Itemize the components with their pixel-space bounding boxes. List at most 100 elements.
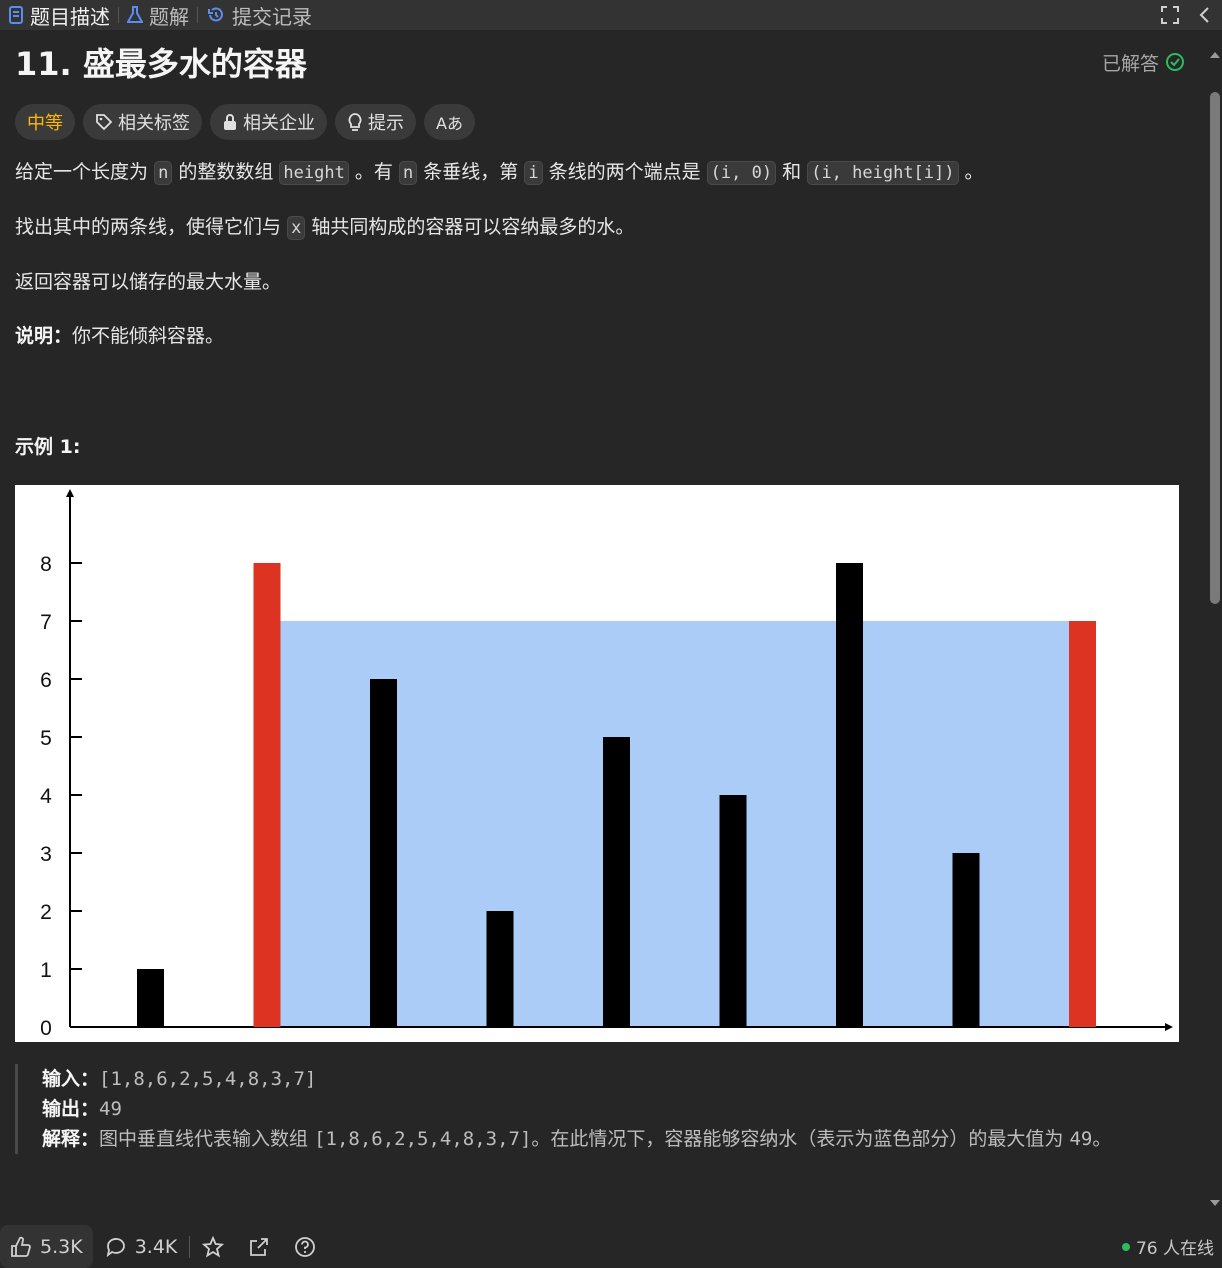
tab-submissions[interactable]: 提交记录 <box>198 0 320 30</box>
hint-label: 提示 <box>368 113 404 134</box>
example-block: 输入：[1,8,6,2,5,4,8,3,7] 输出：49 解释：图中垂直线代表输… <box>15 1064 1185 1154</box>
explain-label: 解释： <box>42 1128 100 1150</box>
chip-row: 中等 相关标签 相关企业 提示 Aあ <box>15 104 1185 140</box>
desc-text: 轴共同构成的容器可以容纳最多的水。 <box>311 216 635 238</box>
description-paragraph-3: 返回容器可以储存的最大水量。 <box>15 271 282 293</box>
related-tags-button[interactable]: 相关标签 <box>83 104 202 140</box>
output-value: 49 <box>99 1098 122 1120</box>
online-indicator: 76 人在线 <box>1121 1234 1222 1259</box>
explain-text: 。在此情况下，容器能够容纳水（表示为蓝色部分）的最大值为 <box>531 1128 1064 1150</box>
difficulty-badge: 中等 <box>15 104 75 140</box>
problem-description: 11. 盛最多水的容器 已解答 中等 相关标签 相关企业 提示 Aあ 给定一个长… <box>15 30 1185 1154</box>
solved-label: 已解答 <box>1101 52 1159 75</box>
y-tick-label: 2 <box>40 901 52 924</box>
example-title: 示例 1: <box>15 436 81 458</box>
desc-text: 。有 <box>354 161 393 183</box>
scrollbar-thumb[interactable] <box>1210 92 1220 604</box>
favorite-button[interactable] <box>190 1235 236 1258</box>
note-label: 说明： <box>15 325 73 347</box>
note-text: 你不能倾斜容器。 <box>72 325 225 347</box>
y-axis-arrow <box>66 489 74 497</box>
collapse-chevron-icon[interactable] <box>1198 5 1212 25</box>
problem-tabbar: 题目描述 题解 提交记录 <box>0 0 1222 30</box>
container-wall-bar <box>253 563 281 1027</box>
tab-solutions-label: 题解 <box>149 4 189 29</box>
thumbs-up-icon <box>11 1236 31 1257</box>
desc-text: 条线的两个端点是 <box>548 161 701 183</box>
y-tick-label: 6 <box>40 669 52 692</box>
container-wall-bar <box>1069 621 1096 1027</box>
x-axis-arrow <box>1165 1023 1173 1031</box>
y-tick-label: 7 <box>40 611 52 634</box>
explain-code: [1,8,6,2,5,4,8,3,7] <box>314 1128 532 1150</box>
inline-code: (i, height[i]) <box>807 161 959 185</box>
height-bar <box>486 911 514 1027</box>
tab-solutions[interactable]: 题解 <box>119 0 197 30</box>
related-companies-button[interactable]: 相关企业 <box>210 104 327 140</box>
comments-button[interactable]: 3.4K <box>93 1236 190 1258</box>
related-companies-label: 相关企业 <box>243 113 315 134</box>
translate-button[interactable]: Aあ <box>424 104 475 140</box>
example-explanation: 解释：图中垂直线代表输入数组 [1,8,6,2,5,4,8,3,7]。在此情况下… <box>42 1124 1185 1154</box>
check-circle-icon <box>1166 53 1184 71</box>
height-bar <box>719 795 747 1027</box>
inline-code: i <box>524 161 543 185</box>
comment-count: 3.4K <box>134 1235 178 1258</box>
y-tick-label: 8 <box>40 553 52 576</box>
y-tick-label: 3 <box>40 843 52 866</box>
height-bar <box>603 737 630 1027</box>
online-dot <box>1121 1242 1130 1251</box>
y-tick-label: 4 <box>40 785 52 808</box>
y-tick-label: 5 <box>40 727 52 750</box>
input-value: [1,8,6,2,5,4,8,3,7] <box>99 1068 317 1090</box>
document-icon <box>9 6 23 24</box>
explain-text: 。 <box>1092 1128 1112 1150</box>
flask-icon <box>127 6 143 23</box>
height-bar <box>836 563 863 1027</box>
example-figure: 0 1 2 3 4 5 6 7 8 <box>15 485 1179 1042</box>
desc-text: 。 <box>964 161 984 183</box>
height-bar <box>137 969 164 1027</box>
desc-text: 找出其中的两条线，使得它们与 <box>15 216 282 238</box>
inline-code: height <box>279 161 349 185</box>
container-chart: 0 1 2 3 4 5 6 7 8 <box>40 489 1173 1040</box>
explain-code: 49 <box>1069 1128 1093 1150</box>
example-output-line: 输出：49 <box>42 1094 1185 1124</box>
desc-text: 的整数数组 <box>178 161 274 183</box>
inline-code: (i, 0) <box>706 161 777 185</box>
solved-status: 已解答 <box>1102 49 1185 76</box>
inline-code: n <box>398 161 418 185</box>
fullscreen-icon[interactable] <box>1160 5 1180 25</box>
scrollbar[interactable] <box>1208 40 1222 1220</box>
water-area <box>280 621 1069 1027</box>
share-button[interactable] <box>236 1236 282 1258</box>
online-count: 76 人在线 <box>1135 1239 1214 1259</box>
scroll-up-arrow-icon[interactable] <box>1208 48 1222 62</box>
tag-icon <box>96 114 113 131</box>
description-paragraph-2: 找出其中的两条线，使得它们与 x 轴共同构成的容器可以容纳最多的水。 <box>15 213 1185 242</box>
hint-button[interactable]: 提示 <box>335 104 416 140</box>
comment-icon <box>106 1237 125 1257</box>
tabbar-actions <box>1160 5 1222 25</box>
inline-code: x <box>287 216 306 240</box>
help-button[interactable] <box>282 1236 328 1258</box>
note-paragraph: 说明：你不能倾斜容器。 <box>15 322 1185 350</box>
bottom-toolbar: 5.3K 3.4K 76 人在线 <box>0 1225 1222 1268</box>
translate-icon: Aあ <box>436 114 463 133</box>
tab-description[interactable]: 题目描述 <box>0 0 118 30</box>
tab-description-label: 题目描述 <box>30 4 110 29</box>
related-tags-label: 相关标签 <box>118 113 190 134</box>
tab-submissions-label: 提交记录 <box>232 4 312 29</box>
scroll-down-arrow-icon[interactable] <box>1208 1196 1222 1210</box>
height-bar <box>370 679 397 1027</box>
y-tick-label: 0 <box>40 1017 52 1040</box>
lightbulb-icon <box>348 113 362 131</box>
y-tick-label: 1 <box>40 959 52 982</box>
output-label: 输出： <box>42 1098 100 1120</box>
example-input-line: 输入：[1,8,6,2,5,4,8,3,7] <box>42 1064 1185 1094</box>
explain-text: 图中垂直线代表输入数组 <box>99 1128 309 1150</box>
input-label: 输入： <box>42 1068 100 1090</box>
inline-code: n <box>154 161 173 185</box>
external-link-icon <box>250 1237 269 1256</box>
like-button[interactable]: 5.3K <box>0 1225 93 1268</box>
